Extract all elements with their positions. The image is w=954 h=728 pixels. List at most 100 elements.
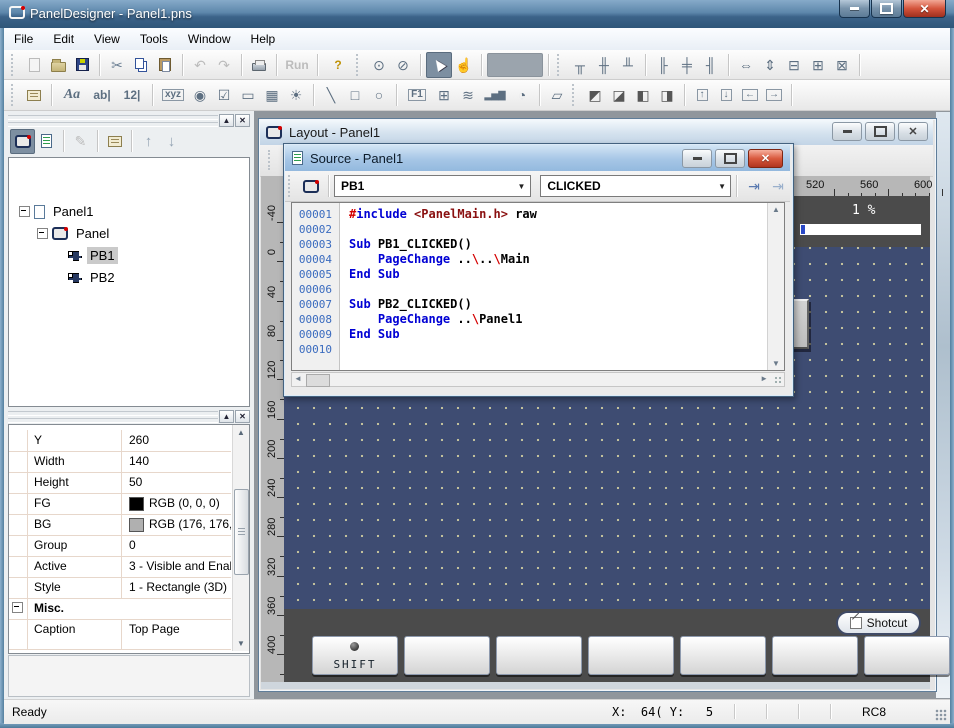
function-button-6[interactable] <box>772 636 858 675</box>
code-text[interactable]: #include <PanelMain.h> raw Sub PB1_CLICK… <box>341 203 768 374</box>
screen-tool[interactable]: ▦ <box>260 83 284 107</box>
scroll-left-arrow[interactable]: ◄ <box>294 374 302 383</box>
source-close-button[interactable]: ✕ <box>748 149 783 168</box>
nudge-right-button[interactable]: → <box>762 83 786 107</box>
move-down-button[interactable]: ↓ <box>160 130 183 153</box>
maximize-button[interactable] <box>871 0 902 18</box>
nudge-left-button[interactable]: ← <box>738 83 762 107</box>
tree-node-label[interactable]: Panel1 <box>50 203 96 220</box>
tree-node-label[interactable]: Panel <box>73 225 112 242</box>
category-collapse-icon[interactable] <box>12 602 23 613</box>
bring-forward-button[interactable]: ◧ <box>631 83 655 107</box>
menu-edit[interactable]: Edit <box>43 29 84 49</box>
property-grid-scrollbar[interactable]: ▲ ▼ <box>232 425 249 651</box>
tree-node-panel1[interactable]: Panel1 <box>19 202 96 221</box>
print-button[interactable] <box>247 53 271 77</box>
layout-close-button[interactable]: ✕ <box>898 122 928 141</box>
fit-both-button[interactable]: ⊠ <box>830 53 854 77</box>
layout-restore-button[interactable] <box>865 122 895 141</box>
menu-tools[interactable]: Tools <box>130 29 178 49</box>
ellipse-tool[interactable]: ○ <box>367 83 391 107</box>
table-tool[interactable]: ⊞ <box>432 83 456 107</box>
property-value[interactable]: 50 <box>122 472 231 493</box>
paste-button[interactable] <box>153 53 177 77</box>
bring-to-front-button[interactable]: ◩ <box>583 83 607 107</box>
property-row-caption[interactable]: CaptionTop Page <box>9 619 231 650</box>
function-button-3[interactable] <box>496 636 582 675</box>
lamp-tool[interactable]: ☀ <box>284 83 308 107</box>
graph-tool[interactable]: ≋ <box>456 83 480 107</box>
property-row-fg[interactable]: FGRGB (0, 0, 0) <box>9 493 231 515</box>
property-row-group[interactable]: Group0 <box>9 535 231 557</box>
project-panel-close-button[interactable]: ✕ <box>235 114 250 127</box>
property-value[interactable]: 140 <box>122 451 231 472</box>
source-view-button[interactable] <box>35 130 58 153</box>
radio-button-tool[interactable]: ◉ <box>188 83 212 107</box>
align-left-button[interactable]: ╟ <box>651 53 675 77</box>
property-panel-close-button[interactable]: ✕ <box>235 410 250 423</box>
function-button-5[interactable] <box>680 636 766 675</box>
menu-window[interactable]: Window <box>178 29 241 49</box>
tree-node-panel[interactable]: Panel <box>37 224 112 243</box>
hand-tool-button[interactable]: ☝ <box>452 53 476 77</box>
property-value[interactable]: 1 - Rectangle (3D) <box>122 577 231 598</box>
nudge-down-button[interactable]: ↓ <box>714 83 738 107</box>
scroll-up-arrow[interactable]: ▲ <box>768 205 784 214</box>
toolbar-grip[interactable] <box>11 54 16 76</box>
source-panel-button[interactable] <box>299 174 323 198</box>
align-top-button[interactable]: ╥ <box>568 53 592 77</box>
rounded-rect-tool[interactable]: ▭ <box>236 83 260 107</box>
fkey-tool[interactable]: F1 <box>402 83 432 107</box>
indent-decrease-button[interactable]: ⇥ <box>766 174 790 198</box>
property-row-height[interactable]: Height50 <box>9 472 231 494</box>
scroll-up-arrow[interactable]: ▲ <box>233 425 249 440</box>
layout-minimize-button[interactable] <box>832 122 862 141</box>
source-restore-button[interactable] <box>715 149 745 168</box>
scroll-right-arrow[interactable]: ► <box>760 374 768 383</box>
editor-horizontal-scrollbar[interactable]: ◄ ► <box>291 372 785 387</box>
scroll-thumb[interactable] <box>306 374 330 387</box>
indent-increase-button[interactable]: ⇥ <box>742 174 766 198</box>
numeric-field-button[interactable]: 12| <box>117 83 147 107</box>
minimize-button[interactable] <box>839 0 870 18</box>
menu-help[interactable]: Help <box>241 29 286 49</box>
property-value[interactable]: 3 - Visible and Enable <box>122 556 231 577</box>
function-button-4[interactable] <box>588 636 674 675</box>
property-value[interactable]: 260 <box>122 430 231 451</box>
toolbar-grip[interactable] <box>356 54 361 76</box>
tree-expander[interactable] <box>37 228 48 239</box>
event-combo[interactable]: CLICKED ▼ <box>540 175 731 197</box>
fit-height-button[interactable]: ⊞ <box>806 53 830 77</box>
layers-button[interactable]: ▱ <box>545 83 569 107</box>
function-button-2[interactable] <box>404 636 490 675</box>
close-button[interactable]: ✕ <box>903 0 946 18</box>
code-editor[interactable]: 0000100002000030000400005000060000700008… <box>291 202 785 371</box>
tree-node-label[interactable]: PB1 <box>87 247 118 264</box>
tree-node-label[interactable]: PB2 <box>87 269 118 286</box>
object-combo[interactable]: PB1 ▼ <box>334 175 531 197</box>
panel-view-button[interactable] <box>10 129 35 154</box>
property-row-active[interactable]: Active3 - Visible and Enable <box>9 556 231 578</box>
open-button[interactable] <box>46 53 70 77</box>
save-button[interactable] <box>70 53 94 77</box>
label-tool-button[interactable] <box>22 83 46 107</box>
property-panel-pin-button[interactable]: ▲ <box>219 410 234 423</box>
tree-node-pb1[interactable]: PB1 <box>55 246 118 265</box>
property-row-y[interactable]: Y260 <box>9 430 231 452</box>
scroll-thumb[interactable] <box>234 489 249 575</box>
fit-width-button[interactable]: ⊟ <box>782 53 806 77</box>
property-row-bg[interactable]: BGRGB (176, 176, 1 <box>9 514 231 536</box>
toolbar-grip[interactable] <box>572 84 577 106</box>
checkbox-tool[interactable]: ☑ <box>212 83 236 107</box>
scroll-down-arrow[interactable]: ▼ <box>768 359 784 368</box>
send-to-back-button[interactable]: ◪ <box>607 83 631 107</box>
rect-tool[interactable]: □ <box>343 83 367 107</box>
property-value[interactable]: RGB (176, 176, 1 <box>122 514 231 535</box>
resize-grip[interactable] <box>774 376 782 384</box>
property-row-width[interactable]: Width140 <box>9 451 231 473</box>
property-row-misc[interactable]: Misc. <box>9 598 231 620</box>
align-vcenter-button[interactable]: ╫ <box>592 53 616 77</box>
function-button-shift[interactable]: SHIFT <box>312 636 398 675</box>
move-up-button[interactable]: ↑ <box>137 130 160 153</box>
editor-vertical-scrollbar[interactable]: ▲ ▼ <box>767 203 784 370</box>
